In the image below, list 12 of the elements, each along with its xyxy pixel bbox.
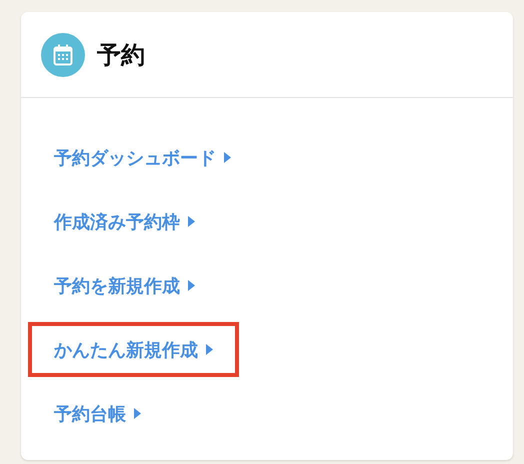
caret-icon [224, 152, 231, 163]
menu-link[interactable]: 予約を新規作成 [28, 258, 221, 313]
calendar-icon [41, 32, 85, 76]
caret-icon [188, 216, 195, 227]
caret-icon [188, 280, 195, 291]
menu-link[interactable]: かんたん新規作成 [28, 322, 239, 377]
card-title: 予約 [97, 40, 145, 70]
caret-icon [206, 344, 213, 355]
menu-link[interactable]: 作成済み予約枠 [28, 194, 221, 249]
menu-link[interactable]: 予約台帳 [28, 386, 167, 441]
caret-icon [134, 408, 141, 419]
menu-link[interactable]: 予約ダッシュボード [28, 130, 257, 185]
